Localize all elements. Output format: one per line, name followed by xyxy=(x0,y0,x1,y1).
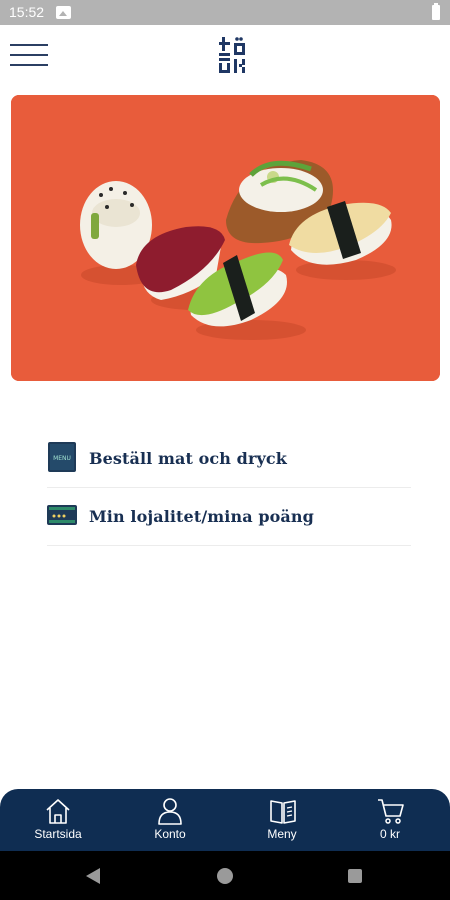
hero-image xyxy=(11,95,440,381)
image-icon xyxy=(56,6,71,19)
status-time: 15:52 xyxy=(9,4,45,20)
nav-cart[interactable]: 0 kr xyxy=(334,789,446,851)
order-food-label: Beställ mat och dryck xyxy=(89,449,287,468)
nav-account-label: Konto xyxy=(154,827,186,841)
sushi-image xyxy=(11,95,440,381)
app-header xyxy=(0,25,450,85)
nav-account[interactable]: Konto xyxy=(114,789,226,851)
nav-menu-label: Meny xyxy=(267,827,297,841)
loyalty-label: Min lojalitet/mina poäng xyxy=(89,507,314,526)
hamburger-menu-button[interactable] xyxy=(10,42,50,68)
nav-home[interactable]: Startsida xyxy=(2,789,114,851)
nav-cart-total: 0 kr xyxy=(379,827,400,841)
status-bar: 15:52 xyxy=(0,0,450,25)
home-icon xyxy=(46,799,70,824)
back-icon[interactable] xyxy=(86,868,100,884)
order-food-link[interactable]: MENU Beställ mat och dryck xyxy=(47,430,411,488)
hamburger-menu-icon xyxy=(10,44,48,46)
nav-home-label: Startsida xyxy=(34,827,82,841)
cart-icon xyxy=(378,799,404,824)
hamburger-line xyxy=(10,54,48,56)
hamburger-line xyxy=(10,64,48,66)
user-icon xyxy=(158,798,182,825)
itsu-logo-icon[interactable] xyxy=(212,31,252,81)
menu-icon-text: MENU xyxy=(53,455,71,462)
recents-icon[interactable] xyxy=(348,869,362,883)
menu-book-icon: MENU xyxy=(47,441,77,477)
nav-menu[interactable]: Meny xyxy=(226,789,338,851)
loyalty-link[interactable]: Min lojalitet/mina poäng xyxy=(47,488,411,546)
menu-book-icon xyxy=(270,800,296,824)
home-circle-icon[interactable] xyxy=(217,868,233,884)
system-nav xyxy=(0,851,450,900)
loyalty-card-icon xyxy=(47,504,77,529)
battery-icon xyxy=(432,3,440,20)
bottom-nav: Startsida Konto Meny 0 kr xyxy=(0,789,450,851)
home-links: MENU Beställ mat och dryck Min lojalitet… xyxy=(47,430,411,546)
